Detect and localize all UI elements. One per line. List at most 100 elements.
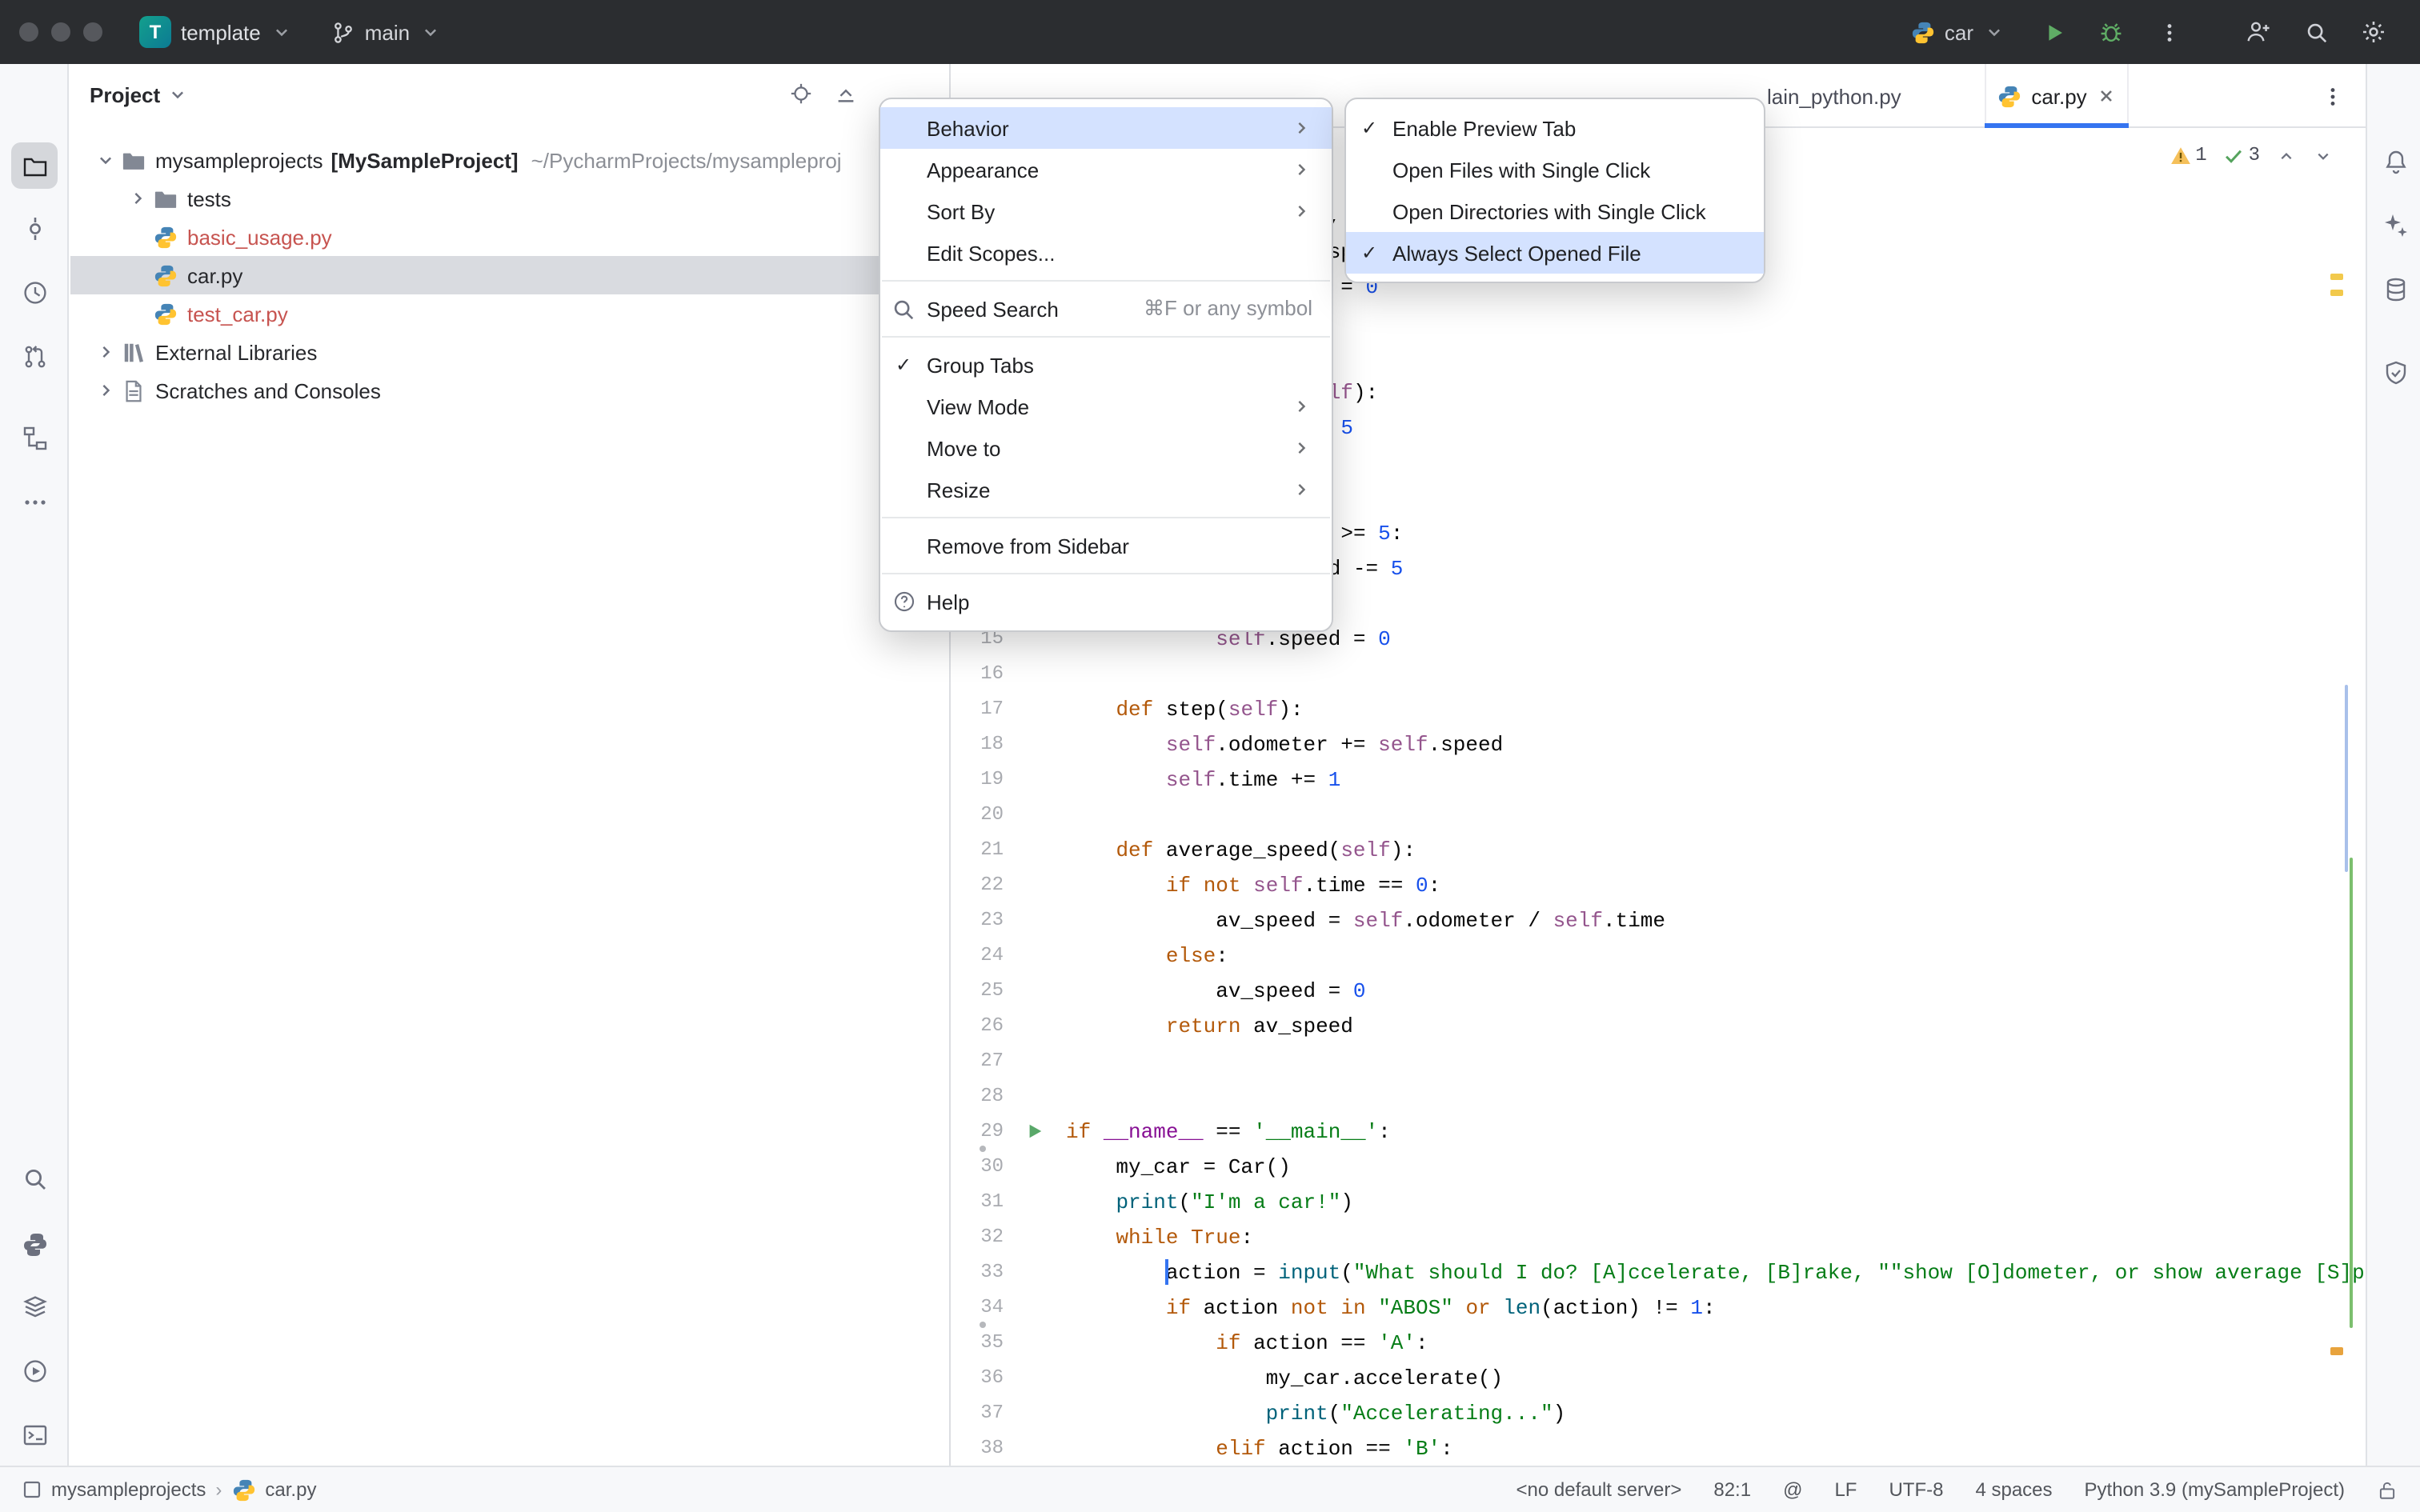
code-line-25[interactable]: 25 av_speed = 0 — [952, 973, 2366, 1008]
vcs-branch-widget[interactable]: main — [320, 14, 453, 50]
tab-plain-python[interactable]: lain_python.py — [1767, 64, 1901, 128]
tool-window-packages-button[interactable] — [11, 1283, 58, 1330]
menu-item-view-mode[interactable]: View Mode — [880, 386, 1332, 427]
status-utf-8[interactable]: UTF-8 — [1889, 1478, 1943, 1501]
tool-window-terminal-button[interactable] — [11, 1411, 58, 1458]
code-line-27[interactable]: 27 — [952, 1043, 2366, 1078]
code-line-29[interactable]: 29if __name__ == '__main__': — [952, 1114, 2366, 1149]
passed-count[interactable]: 3 — [2223, 144, 2260, 166]
code-line-20[interactable]: 20 — [952, 797, 2366, 832]
code-line-23[interactable]: 23 av_speed = self.odometer / self.time — [952, 902, 2366, 938]
status-4-spaces[interactable]: 4 spaces — [1975, 1478, 2052, 1501]
code-line-16[interactable]: 16 — [952, 656, 2366, 691]
menu-item-speed-search[interactable]: Speed Search⌘F or any symbol — [880, 288, 1332, 330]
tool-window-services-button[interactable] — [11, 1347, 58, 1394]
menu-item-remove-from-sidebar[interactable]: Remove from Sidebar — [880, 525, 1332, 566]
menu-item-help[interactable]: Help — [880, 581, 1332, 622]
zoom-window-button[interactable] — [83, 22, 102, 42]
code-line-36[interactable]: 36 my_car.accelerate() — [952, 1360, 2366, 1395]
next-problem-button[interactable] — [2313, 145, 2334, 166]
close-window-button[interactable] — [19, 22, 38, 42]
tool-window-pull-requests-button[interactable] — [11, 333, 58, 379]
stripe-warning-mark[interactable] — [2330, 290, 2343, 296]
tool-window-more-button[interactable] — [11, 478, 58, 525]
tree-item-external-libraries[interactable]: External Libraries — [70, 333, 949, 371]
breadcrumb-file[interactable]: car.py — [265, 1478, 316, 1501]
code-line-32[interactable]: 32 while True: — [952, 1219, 2366, 1254]
code-line-28[interactable]: 28 — [952, 1078, 2366, 1114]
search-everywhere-button[interactable] — [2295, 11, 2337, 53]
menu-item-open-directories-with-single-click[interactable]: Open Directories with Single Click — [1346, 190, 1764, 232]
code-line-18[interactable]: 18 self.odometer += self.speed — [952, 726, 2366, 762]
project-panel-header[interactable]: Project — [70, 64, 949, 125]
menu-item-open-files-with-single-click[interactable]: Open Files with Single Click — [1346, 149, 1764, 190]
tool-window-notifications-button[interactable] — [2372, 138, 2418, 184]
menu-item-resize[interactable]: Resize — [880, 469, 1332, 510]
status-item[interactable]: @ — [1783, 1478, 1802, 1501]
tool-window-python-console-button[interactable] — [11, 1221, 58, 1267]
debug-button[interactable] — [2090, 11, 2132, 53]
code-line-38[interactable]: 38 elif action == 'B': — [952, 1430, 2366, 1466]
settings-button[interactable] — [2353, 11, 2394, 53]
code-line-26[interactable]: 26 return av_speed — [952, 1008, 2366, 1043]
breadcrumb[interactable]: mysampleprojects › car.py — [22, 1478, 316, 1502]
tree-item-tests[interactable]: tests — [70, 179, 949, 218]
menu-item-appearance[interactable]: Appearance — [880, 149, 1332, 190]
editor-options-button[interactable] — [2311, 75, 2353, 117]
code-line-37[interactable]: 37 print("Accelerating...") — [952, 1395, 2366, 1430]
tree-item-mysampleprojects[interactable]: mysampleprojects[MySampleProject]~/Pycha… — [70, 141, 949, 179]
run-configuration-widget[interactable]: car — [1900, 14, 2017, 50]
tree-item-test-car-py[interactable]: test_car.py — [70, 294, 949, 333]
code-line-22[interactable]: 22 if not self.time == 0: — [952, 867, 2366, 902]
code-line-24[interactable]: 24 else: — [952, 938, 2366, 973]
menu-item-edit-scopes[interactable]: Edit Scopes... — [880, 232, 1332, 274]
code-line-17[interactable]: 17 def step(self): — [952, 691, 2366, 726]
code-line-31[interactable]: 31 print("I'm a car!") — [952, 1184, 2366, 1219]
code-with-me-button[interactable] — [2238, 11, 2279, 53]
menu-item-always-select-opened-file[interactable]: ✓Always Select Opened File — [1346, 232, 1764, 274]
code-line-35[interactable]: 35 if action == 'A': — [952, 1325, 2366, 1360]
stripe-warning-mark[interactable] — [2330, 274, 2343, 280]
menu-item-group-tabs[interactable]: ✓Group Tabs — [880, 344, 1332, 386]
more-actions-button[interactable] — [2148, 11, 2190, 53]
inspections-widget[interactable]: 1 3 — [2163, 141, 2340, 170]
run-gutter-icon[interactable] — [1026, 1122, 1044, 1141]
menu-item-move-to[interactable]: Move to — [880, 427, 1332, 469]
lock-icon[interactable] — [2377, 1479, 2398, 1500]
tool-window-database-button[interactable] — [2372, 266, 2418, 312]
close-icon[interactable] — [2097, 86, 2116, 106]
tool-window-ai-assistant-button[interactable] — [2372, 202, 2418, 248]
stripe-warning-mark[interactable] — [2330, 1347, 2343, 1355]
tree-item-basic-usage-py[interactable]: basic_usage.py — [70, 218, 949, 256]
run-button[interactable] — [2033, 11, 2074, 53]
status-lf[interactable]: LF — [1834, 1478, 1857, 1501]
tool-window-structure-button[interactable] — [11, 414, 58, 461]
collapse-all-icon[interactable] — [834, 82, 858, 106]
status-no-default-server[interactable]: <no default server> — [1517, 1478, 1682, 1501]
breadcrumb-project[interactable]: mysampleprojects — [51, 1478, 206, 1501]
tool-window-commit-button[interactable] — [11, 205, 58, 251]
menu-item-behavior[interactable]: Behavior — [880, 107, 1332, 149]
status-82-1[interactable]: 82:1 — [1713, 1478, 1751, 1501]
status-python-3-9-mysampleproject[interactable]: Python 3.9 (mySampleProject) — [2085, 1478, 2345, 1501]
tree-item-car-py[interactable]: car.py — [70, 256, 949, 294]
menu-item-sort-by[interactable]: Sort By — [880, 190, 1332, 232]
tool-window-history-button[interactable] — [11, 269, 58, 315]
project-widget[interactable]: T template — [128, 10, 304, 54]
gutter[interactable] — [1013, 1122, 1066, 1141]
code-line-30[interactable]: 30 my_car = Car() — [952, 1149, 2366, 1184]
menu-item-enable-preview-tab[interactable]: ✓Enable Preview Tab — [1346, 107, 1764, 149]
code-line-34[interactable]: 34 if action not in "ABOS" or len(action… — [952, 1290, 2366, 1325]
tree-item-scratches-and-consoles[interactable]: Scratches and Consoles — [70, 371, 949, 410]
tool-window-shield-button[interactable] — [2372, 349, 2418, 395]
tool-window-project-button[interactable] — [11, 142, 58, 189]
code-line-33[interactable]: 33 action = input("What should I do? [A]… — [952, 1254, 2366, 1290]
select-opened-file-icon[interactable] — [789, 82, 813, 106]
code-line-21[interactable]: 21 def average_speed(self): — [952, 832, 2366, 867]
code-line-19[interactable]: 19 self.time += 1 — [952, 762, 2366, 797]
tool-window-find-button[interactable] — [11, 1155, 58, 1202]
warning-count[interactable]: 1 — [2170, 144, 2206, 166]
minimize-window-button[interactable] — [51, 22, 70, 42]
previous-problem-button[interactable] — [2276, 145, 2297, 166]
tab-car-py[interactable]: car.py — [1985, 64, 2129, 128]
